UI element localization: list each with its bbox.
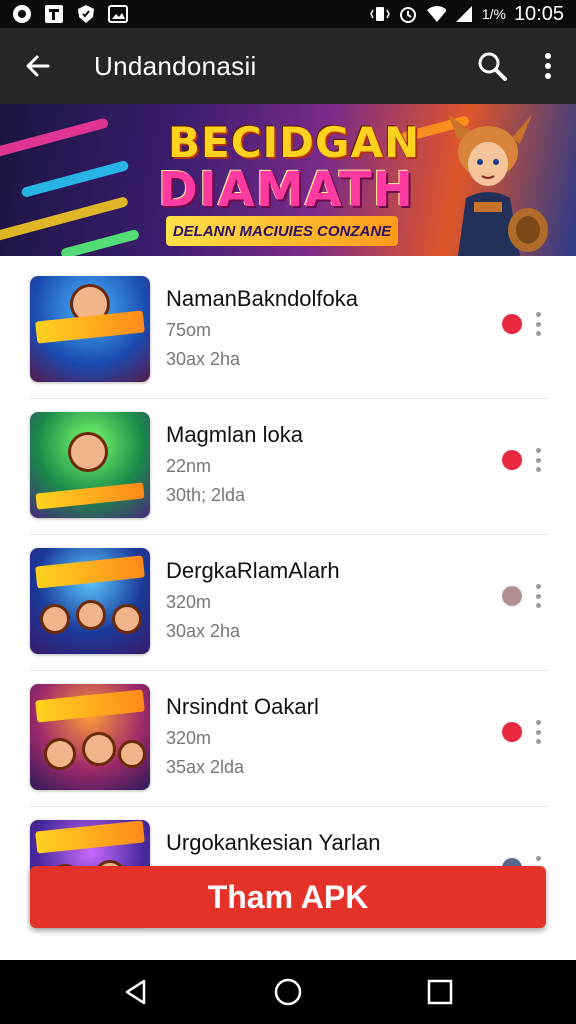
thumbnail-character xyxy=(68,432,108,472)
battery-level: 1/% xyxy=(481,6,506,22)
list-item[interactable]: DergkaRlamAlarh 320m 30ах 2ha xyxy=(0,534,576,670)
nav-back-button[interactable] xyxy=(106,962,166,1022)
status-left-icons xyxy=(12,4,128,24)
banner-decoration xyxy=(60,228,140,256)
nav-back-icon xyxy=(125,979,146,1005)
nav-home-icon xyxy=(274,978,302,1006)
status-dot-icon xyxy=(502,314,522,334)
nav-home-button[interactable] xyxy=(258,962,318,1022)
thumbnail-character xyxy=(44,738,76,770)
item-menu-button[interactable] xyxy=(528,310,548,338)
thumbnail-character xyxy=(82,732,116,766)
search-button[interactable] xyxy=(464,28,520,104)
app-thumbnail xyxy=(30,548,150,654)
back-button[interactable] xyxy=(0,28,76,104)
app-thumbnail xyxy=(30,412,150,518)
app-thumbnail xyxy=(30,276,150,382)
item-menu-button[interactable] xyxy=(528,446,548,474)
app-title: Urgokankesian Yarlan xyxy=(166,830,381,855)
thumbnail-logo xyxy=(35,820,145,854)
more-vert-icon xyxy=(545,53,551,79)
more-options-button[interactable] xyxy=(520,28,576,104)
status-dot-icon xyxy=(502,722,522,742)
status-dot-icon xyxy=(502,586,522,606)
app-thumbnail xyxy=(30,684,150,790)
app-list: NamanBakndolfoka 75om 30ах 2ha Magmlan l… xyxy=(0,262,576,942)
app-meta: 30ах 2ha xyxy=(166,349,241,369)
wifi-icon xyxy=(426,4,446,24)
hero-character-illustration xyxy=(448,114,548,256)
search-icon xyxy=(478,52,507,81)
app-title: DergkaRlamAlarh xyxy=(166,558,340,583)
thumbnail-logo xyxy=(35,482,145,510)
nav-recents-button[interactable] xyxy=(410,962,470,1022)
banner-decoration xyxy=(20,159,130,199)
banner-decoration xyxy=(0,117,110,161)
clock: 10:05 xyxy=(513,2,564,25)
record-icon xyxy=(12,4,32,24)
app-meta: 35ах 2lda xyxy=(166,757,245,777)
banner-tagline: DELANN MACIUIES CONZANE xyxy=(166,216,398,246)
vibrate-icon xyxy=(369,4,390,24)
thumbnail-character xyxy=(40,604,70,634)
shield-icon xyxy=(76,4,96,24)
list-item[interactable]: NamanBakndolfoka 75om 30ах 2ha xyxy=(0,262,576,398)
item-menu-button[interactable] xyxy=(528,582,548,610)
promo-banner[interactable]: BECIDGAN DIAMATH DELANN MACIUIES CONZANE xyxy=(0,104,576,256)
list-item[interactable]: Magmlan loka 22nm 30th; 2lda xyxy=(0,398,576,534)
thumbnail-character xyxy=(76,600,106,630)
notes-icon xyxy=(44,4,64,24)
signal-icon xyxy=(454,4,474,24)
status-bar: 1/% 10:05 xyxy=(0,0,576,28)
app-meta: 30th; 2lda xyxy=(166,485,246,505)
alarm-icon xyxy=(398,4,418,24)
app-title: Magmlan loka xyxy=(166,422,303,447)
app-title: Nrsindnt Oakarl xyxy=(166,694,319,719)
image-icon xyxy=(108,4,128,24)
banner-title-line1: BECIDGAN xyxy=(168,118,421,167)
list-item[interactable]: Nrsindnt Oakarl 320m 35ах 2lda xyxy=(0,670,576,806)
status-dot-icon xyxy=(502,450,522,470)
app-title: NamanBakndolfoka xyxy=(166,286,359,311)
thumbnail-logo xyxy=(35,555,145,589)
app-bar: Undandonasii xyxy=(0,28,576,104)
download-apk-button[interactable]: Tham APK xyxy=(30,866,546,928)
thumbnail-logo xyxy=(35,310,145,344)
thumbnail-character xyxy=(118,740,146,768)
item-menu-button[interactable] xyxy=(528,718,548,746)
thumbnail-logo xyxy=(35,689,145,723)
app-meta: 30ах 2ha xyxy=(166,621,241,641)
arrow-left-icon xyxy=(26,55,50,77)
status-right-icons: 1/% 10:05 xyxy=(369,2,564,26)
page-title: Undandonasii xyxy=(94,50,257,81)
thumbnail-character xyxy=(112,604,142,634)
banner-title-line2: DIAMATH xyxy=(158,162,414,218)
nav-recents-icon xyxy=(427,979,453,1005)
navigation-bar xyxy=(0,960,576,1024)
